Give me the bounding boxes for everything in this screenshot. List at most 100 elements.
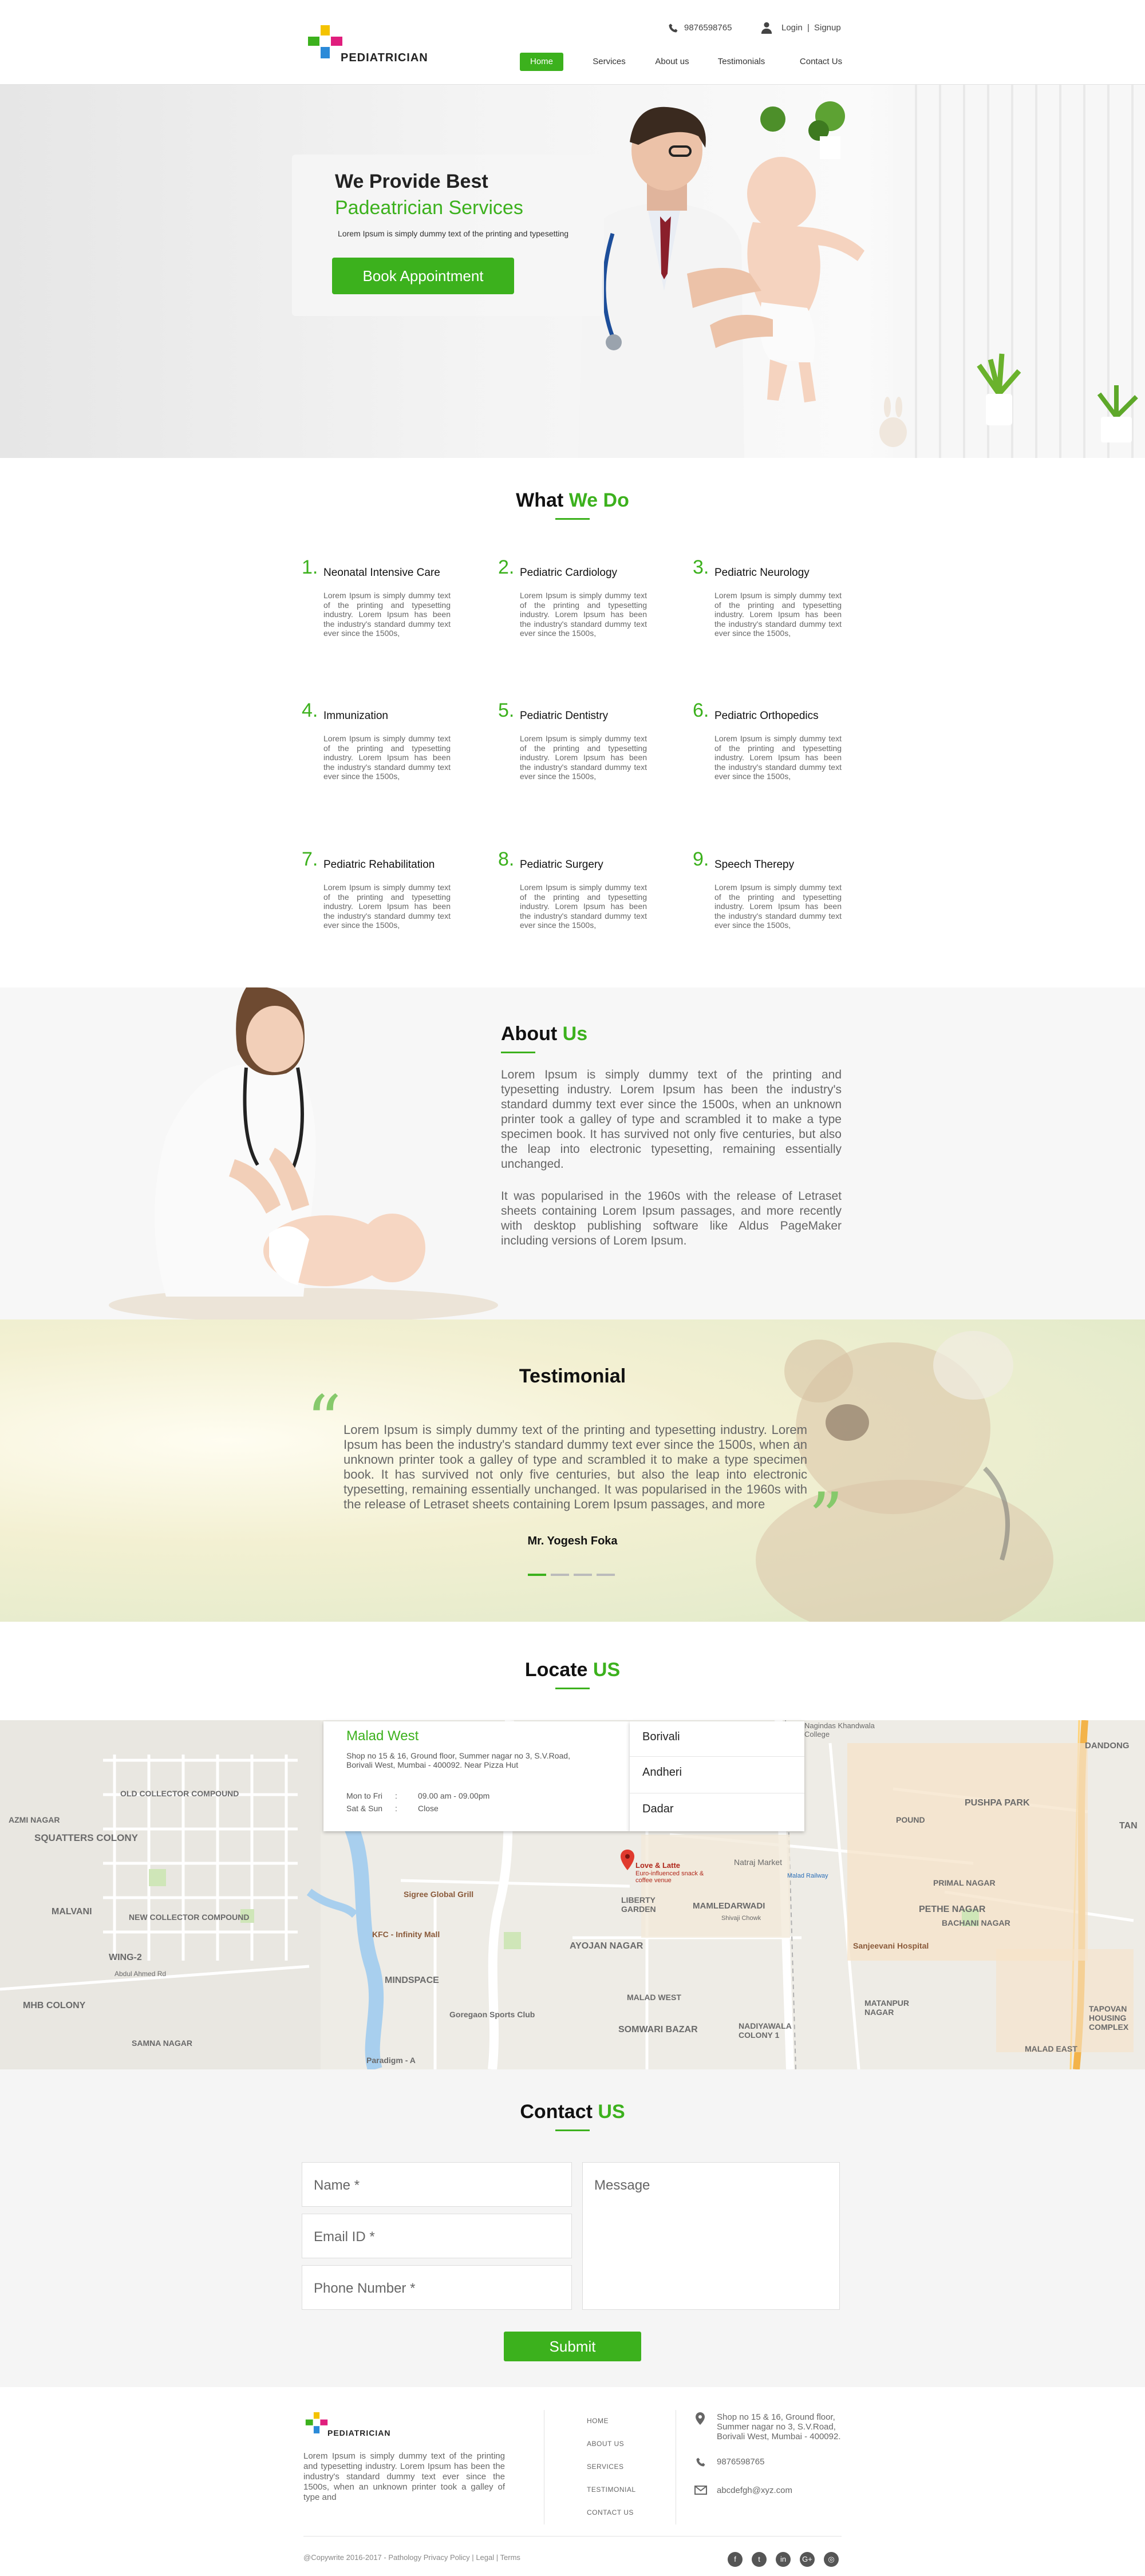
facebook-icon[interactable]: f [728,2552,743,2567]
login-link[interactable]: Login [781,23,803,33]
service-desc: Lorem Ipsum is simply dummy text of the … [714,883,842,930]
hero-text: Lorem Ipsum is simply dummy text of the … [338,229,569,238]
locate-title: Locate US [0,1659,1145,1681]
hours-time: 09.00 am - 09.00pm [418,1791,490,1800]
map-pin-icon[interactable] [621,1850,634,1870]
instagram-icon[interactable]: ◎ [824,2552,839,2567]
footer-link-home[interactable]: HOME [587,2417,609,2425]
footer-brand-name[interactable]: PEDIATRICIAN [327,2428,391,2437]
map-label: LIBERTY GARDEN [621,1895,656,1914]
book-appointment-button[interactable]: Book Appointment [332,258,514,294]
service-number: 7. [302,848,318,870]
nav-testimonials[interactable]: Testimonials [710,53,773,71]
service-title[interactable]: Pediatric Orthopedics [714,710,819,722]
nav-services[interactable]: Services [586,53,632,71]
footer-link-testimonial[interactable]: TESTIMONIAL [587,2486,636,2494]
footer-address: Shop no 15 & 16, Ground floor, Summer na… [717,2412,841,2441]
nav-contact-us[interactable]: Contact Us [792,53,850,71]
map-label: AZMI NAGAR [9,1815,60,1824]
name-input[interactable]: Name * [302,2162,572,2207]
map-label: KFC - Infinity Mall [372,1930,440,1939]
service-title[interactable]: Speech Therepy [714,859,794,871]
map-pin-label[interactable]: Love & Latte [635,1861,680,1870]
service-title[interactable]: Neonatal Intensive Care [323,567,440,579]
about-title-underline [501,1052,535,1053]
map-label: MATANPUR NAGAR [864,1998,910,2017]
brand-logo-icon[interactable] [305,22,346,63]
map-label: Paradigm - A [366,2056,416,2065]
submit-button[interactable]: Submit [504,2332,641,2361]
map-label: WING-2 [109,1953,142,1962]
footer-bar: | [472,2553,474,2562]
branch-item-borivali[interactable]: Borivali [630,1721,804,1757]
map-label: BACHANI NAGAR [942,1918,1010,1927]
linkedin-icon[interactable]: in [776,2552,791,2567]
footer-bar: | [496,2553,499,2562]
slider-dot-2[interactable] [551,1574,569,1576]
map-label: MALVANI [52,1907,92,1917]
testimonial-title: Testimonial [519,1365,626,1387]
footer-link-about-us[interactable]: ABOUT US [587,2440,624,2448]
service-desc: Lorem Ipsum is simply dummy text of the … [323,591,451,638]
slider-dot-4[interactable] [597,1574,615,1576]
service-title[interactable]: Immunization [323,710,388,722]
slider-dot-1[interactable] [528,1574,546,1576]
map-label: MAMLEDARWADI [693,1901,765,1911]
footer-copyright-row: @Copywrite 2016-2017 - Pathology Privacy… [303,2553,520,2562]
slider-dot-3[interactable] [574,1574,592,1576]
map-label: Malad Railway [787,1872,828,1879]
legal-link[interactable]: Legal [476,2553,494,2562]
service-number: 6. [693,700,709,721]
map-label: Sigree Global Grill [404,1890,474,1899]
google-plus-icon[interactable]: G+ [800,2552,815,2567]
service-desc: Lorem Ipsum is simply dummy text of the … [714,734,842,781]
map-label: MALAD EAST [1025,2044,1077,2053]
nav-about-us[interactable]: About us [649,53,695,71]
phone-icon [669,23,678,33]
plant-image [1097,385,1138,442]
terms-link[interactable]: Terms [500,2553,520,2562]
services-title-b: We Do [568,489,629,511]
about-paragraph-1: Lorem Ipsum is simply dummy text of the … [501,1068,842,1171]
about-section: About Us Lorem Ipsum is simply dummy tex… [0,987,1145,1319]
map-label: PETHE NAGAR [919,1905,986,1914]
service-number: 5. [498,700,515,721]
message-textarea[interactable]: Message [582,2162,840,2310]
branch-item-dadar[interactable]: Dadar [630,1793,804,1830]
service-desc: Lorem Ipsum is simply dummy text of the … [520,883,647,930]
map-label: NADIYAWALA COLONY 1 [739,2021,792,2040]
signup-link[interactable]: Signup [814,23,841,33]
hours-days: Sat & Sun [346,1804,383,1813]
service-title[interactable]: Pediatric Dentistry [520,710,608,722]
about-paragraph-2: It was popularised in the 1960s with the… [501,1190,842,1247]
map-label: SQUATTERS COLONY [34,1832,139,1843]
footer-email[interactable]: abcdefgh@xyz.com [717,2486,792,2495]
branch-list: Borivali Andheri Dadar [630,1721,804,1831]
footer-phone[interactable]: 9876598765 [717,2457,764,2467]
brand-logo-icon[interactable] [303,2410,330,2436]
branch-item-andheri[interactable]: Andheri [630,1757,804,1793]
brand-name[interactable]: PEDIATRICIAN [341,52,428,65]
email-input[interactable]: Email ID * [302,2214,572,2258]
footer-link-contact-us[interactable]: CONTACT US [587,2508,634,2516]
header-phone[interactable]: 9876598765 [684,23,732,33]
nav-home[interactable]: Home [520,53,563,71]
testimonial-section: Testimonial “ ” Lorem Ipsum is simply du… [0,1319,1145,1622]
map-label: OLD COLLECTOR COMPOUND [120,1789,239,1798]
map-label: MHB COLONY [23,2001,86,2010]
footer-link-services[interactable]: SERVICES [587,2463,623,2471]
service-title[interactable]: Pediatric Neurology [714,567,810,579]
service-title[interactable]: Pediatric Surgery [520,859,603,871]
service-title[interactable]: Pediatric Cardiology [520,567,617,579]
map-pin-desc: Euro-influenced snack & coffee venue [635,1870,704,1884]
branch-name: Malad West [346,1728,419,1744]
service-desc: Lorem Ipsum is simply dummy text of the … [323,883,451,930]
map-label: MALAD WEST [627,1993,681,2002]
phone-input[interactable]: Phone Number * [302,2265,572,2310]
services-title-a: What [516,489,564,511]
about-title-a: About [501,1023,558,1045]
service-title[interactable]: Pediatric Rehabilitation [323,859,435,871]
login-separator: | [807,23,810,33]
service-number: 9. [693,848,709,870]
twitter-icon[interactable]: t [752,2552,767,2567]
